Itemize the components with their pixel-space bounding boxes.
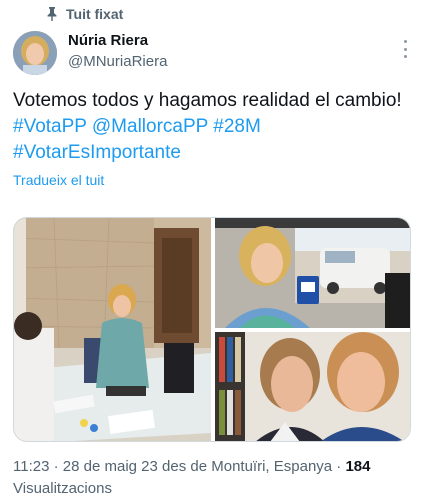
mention-link[interactable]: @MallorcaPP [92,116,208,137]
hashtag-link[interactable]: #VotarEsImportante [13,142,181,163]
tweet-time[interactable]: 11:23 [13,458,49,475]
author-handle[interactable]: @MNuriaRiera [68,53,167,70]
hashtag-link[interactable]: #28M [213,116,261,137]
views-count: 184 [345,458,371,475]
avatar-image [13,31,57,75]
tweet-metadata: 11:23 · 28 de maig 23 des de Montuïri, E… [13,456,413,500]
avatar[interactable] [13,31,57,75]
tweet-text-segment: Votemos todos y hagamos realidad el camb… [13,90,402,111]
author-name[interactable]: Núria Riera [68,32,148,49]
media-grid [13,217,411,442]
views-label: Visualitzacions [13,480,112,497]
tweet-text: Votemos todos y hagamos realidad el camb… [13,88,413,166]
translate-tweet-link[interactable]: Tradueix el tuit [13,172,104,188]
pin-icon [47,7,57,21]
photo-car-selfie[interactable] [215,218,410,328]
photo-polling-station[interactable] [14,218,211,441]
pinned-label: Tuit fixat [66,6,124,22]
tweet-location: des de Montuïri, Espanya [157,458,333,475]
more-dot-icon [403,55,407,58]
meta-separator: · [49,458,63,475]
more-options-button[interactable] [402,40,408,58]
tweet-date[interactable]: 28 de maig 23 [63,458,158,475]
pinned-indicator: Tuit fixat [46,6,123,22]
more-dot-icon [403,47,407,51]
meta-separator: · [332,458,346,475]
photo-two-women-selfie[interactable] [215,332,410,441]
more-dot-icon [403,40,407,43]
hashtag-link[interactable]: #VotaPP [13,116,87,137]
